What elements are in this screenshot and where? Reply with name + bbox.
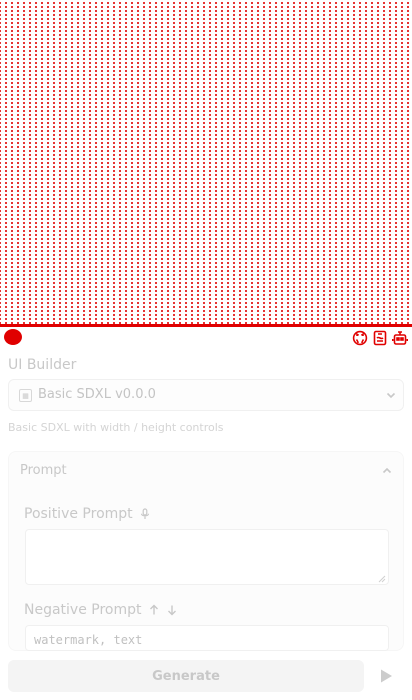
preview-canvas[interactable] [0, 0, 412, 324]
negative-prompt-input[interactable]: watermark, text [25, 625, 389, 651]
prompt-accordion: Prompt Positive Prompt Negative Prompt w… [8, 451, 404, 651]
positive-prompt-input[interactable] [25, 529, 389, 585]
positive-prompt-label: Positive Prompt [24, 506, 151, 522]
play-icon[interactable] [378, 668, 394, 684]
resize-grip-icon[interactable] [378, 575, 386, 583]
docs-icon[interactable] [372, 330, 388, 346]
top-toolbar [0, 327, 412, 349]
chevron-up-icon[interactable] [381, 465, 393, 477]
arrow-down-icon[interactable] [166, 604, 178, 616]
negative-prompt-label: Negative Prompt [24, 602, 178, 618]
arrow-up-icon[interactable] [148, 604, 160, 616]
microphone-icon[interactable] [139, 508, 151, 520]
template-select[interactable]: ▦ Basic SDXL v0.0.0 [8, 379, 404, 411]
template-description: Basic SDXL with width / height controls [8, 421, 224, 434]
negative-prompt-label-text: Negative Prompt [24, 602, 142, 618]
template-icon: ▦ [19, 389, 32, 402]
github-icon[interactable] [352, 330, 368, 346]
chevron-down-icon [385, 389, 397, 401]
app-root: UI Builder ▦ Basic SDXL v0.0.0 Basic SDX… [0, 0, 412, 700]
status-dot-icon[interactable] [4, 329, 22, 345]
positive-prompt-label-text: Positive Prompt [24, 506, 133, 522]
template-select-value: Basic SDXL v0.0.0 [38, 387, 156, 402]
robot-icon[interactable] [392, 330, 408, 346]
ui-builder-label: UI Builder [8, 357, 77, 373]
prompt-accordion-title[interactable]: Prompt [20, 463, 67, 478]
generate-button[interactable]: Generate [8, 660, 364, 692]
